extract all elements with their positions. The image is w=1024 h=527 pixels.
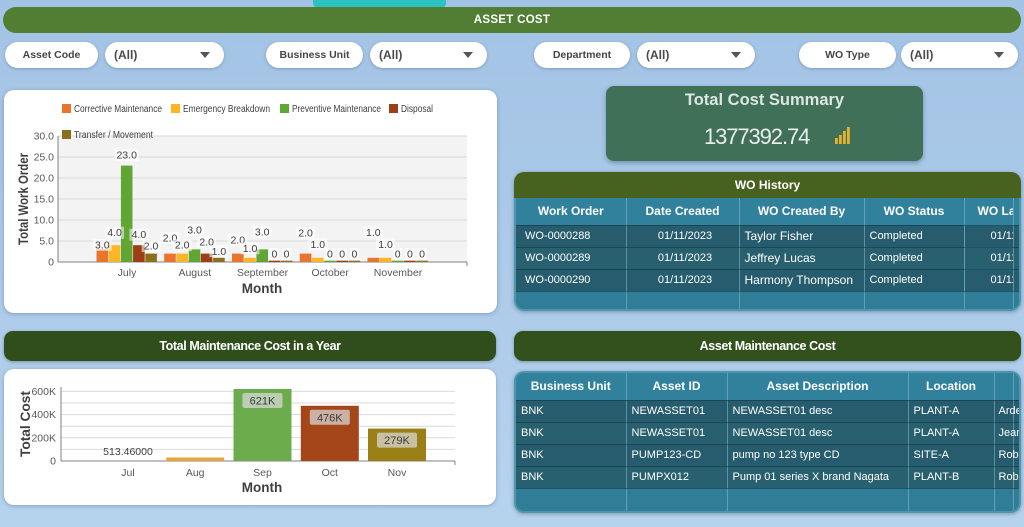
- svg-text:Month: Month: [242, 480, 282, 495]
- svg-text:3.0: 3.0: [95, 239, 110, 251]
- svg-text:0: 0: [339, 249, 345, 261]
- svg-text:0: 0: [284, 249, 290, 261]
- svg-text:2.0: 2.0: [144, 241, 159, 253]
- svg-text:1.0: 1.0: [378, 239, 393, 251]
- svg-text:0: 0: [50, 456, 56, 468]
- svg-text:July: July: [118, 267, 137, 279]
- svg-text:0: 0: [271, 249, 277, 261]
- svg-text:279K: 279K: [384, 435, 410, 447]
- svg-text:3.0: 3.0: [187, 224, 202, 236]
- svg-text:1.0: 1.0: [310, 239, 325, 251]
- svg-text:Preventive Maintenance: Preventive Maintenance: [292, 104, 381, 115]
- svg-text:2.0: 2.0: [175, 240, 190, 252]
- svg-text:Jul: Jul: [121, 467, 134, 479]
- svg-text:Month: Month: [242, 281, 282, 296]
- svg-text:Total Work Order: Total Work Order: [16, 152, 31, 245]
- svg-text:1.0: 1.0: [366, 227, 381, 239]
- svg-text:5.0: 5.0: [39, 236, 54, 248]
- svg-text:4.0: 4.0: [107, 227, 122, 239]
- svg-text:September: September: [237, 267, 289, 279]
- svg-text:0: 0: [407, 249, 413, 261]
- svg-text:0: 0: [395, 249, 401, 261]
- svg-text:Oct: Oct: [322, 467, 338, 479]
- svg-text:23.0: 23.0: [116, 150, 137, 162]
- svg-text:October: October: [312, 267, 350, 279]
- svg-text:200K: 200K: [31, 432, 56, 444]
- svg-text:Nov: Nov: [388, 467, 407, 479]
- svg-text:August: August: [178, 267, 211, 279]
- svg-text:Corrective Maintenance: Corrective Maintenance: [74, 104, 162, 115]
- svg-text:600K: 600K: [31, 386, 56, 398]
- svg-text:Transfer / Movement: Transfer / Movement: [74, 130, 153, 141]
- svg-text:400K: 400K: [31, 409, 56, 421]
- svg-text:Disposal: Disposal: [401, 104, 433, 115]
- svg-text:4.0: 4.0: [132, 229, 147, 241]
- svg-text:3.0: 3.0: [255, 226, 270, 238]
- svg-text:513.46000: 513.46000: [103, 446, 153, 458]
- svg-text:November: November: [374, 267, 423, 279]
- svg-text:2.0: 2.0: [298, 228, 313, 240]
- svg-text:621K: 621K: [250, 396, 276, 408]
- svg-text:476K: 476K: [317, 412, 343, 424]
- svg-text:30.0: 30.0: [34, 131, 55, 143]
- svg-text:0: 0: [48, 257, 54, 269]
- svg-text:15.0: 15.0: [34, 194, 55, 206]
- svg-text:1.0: 1.0: [243, 243, 258, 255]
- svg-text:Aug: Aug: [186, 467, 205, 479]
- svg-text:1.0: 1.0: [212, 246, 227, 258]
- svg-text:Emergency Breakdown: Emergency Breakdown: [183, 104, 270, 115]
- svg-text:Total Cost: Total Cost: [18, 390, 33, 457]
- svg-text:0: 0: [327, 249, 333, 261]
- svg-text:0: 0: [351, 249, 357, 261]
- svg-text:Sep: Sep: [253, 467, 272, 479]
- svg-text:20.0: 20.0: [34, 173, 55, 185]
- svg-text:25.0: 25.0: [34, 152, 55, 164]
- svg-text:0: 0: [419, 249, 425, 261]
- svg-text:10.0: 10.0: [34, 215, 55, 227]
